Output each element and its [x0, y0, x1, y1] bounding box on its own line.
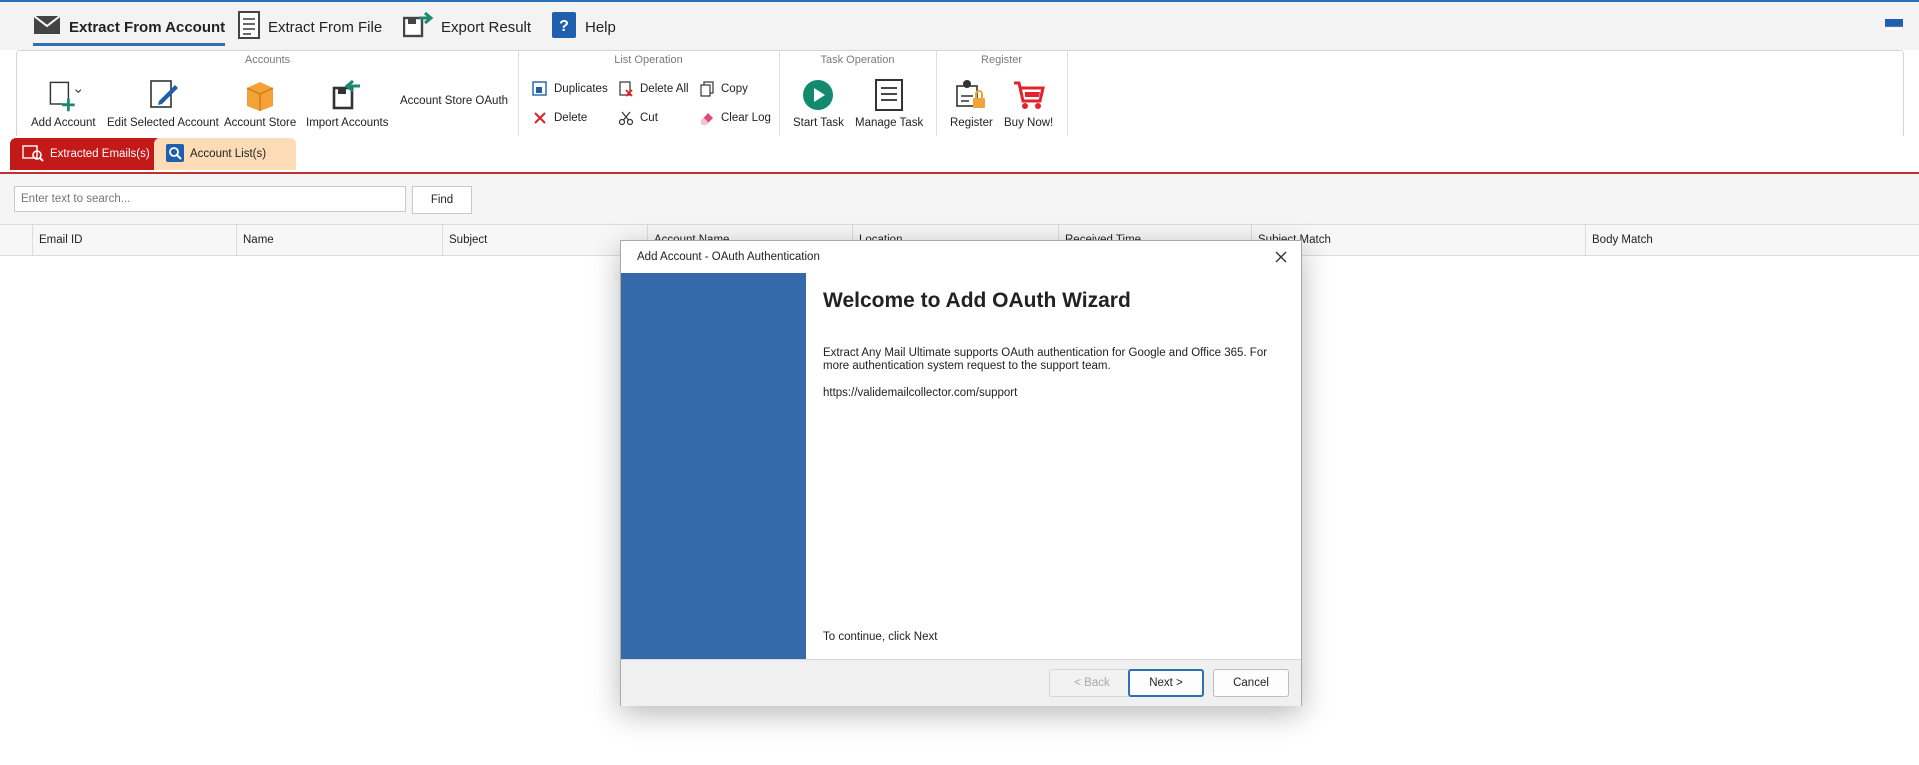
search-account-icon	[166, 143, 184, 165]
button-label: Account Store OAuth	[400, 95, 509, 107]
shopping-cart-icon	[1011, 77, 1047, 113]
wizard-description: Extract Any Mail Ultimate supports OAuth…	[823, 347, 1268, 372]
export-icon	[402, 11, 434, 42]
tab-label: Help	[585, 18, 616, 36]
add-account-icon	[45, 77, 82, 113]
tab-label: Extract From Account	[69, 18, 226, 36]
delete-x-icon	[532, 110, 548, 126]
find-button[interactable]: Find	[412, 186, 472, 214]
tab-label: Extracted Emails(s)	[50, 148, 150, 160]
group-title: Task Operation	[820, 54, 895, 66]
button-label: Register	[950, 117, 993, 129]
cancel-button[interactable]: Cancel	[1213, 669, 1289, 697]
help-icon: ?	[551, 11, 577, 43]
copy-icon	[699, 81, 715, 97]
checklist-icon	[871, 77, 907, 113]
svg-text:?: ?	[559, 18, 569, 35]
button-label: Account Store	[224, 117, 297, 129]
ribbon-group-task-operation: Task Operation Start Task Manage Task	[779, 51, 937, 137]
language-flag-icon[interactable]	[1884, 18, 1904, 32]
back-button[interactable]: < Back	[1049, 669, 1135, 697]
delete-button[interactable]: Delete	[532, 110, 587, 126]
next-button[interactable]: Next >	[1128, 669, 1204, 697]
button-label: Import Accounts	[306, 117, 389, 129]
main-tab-bar: Extract From Account Extract From File E…	[0, 2, 1919, 50]
register-button[interactable]: Register	[950, 77, 993, 129]
register-lock-icon	[953, 77, 989, 113]
dialog-footer: < Back Next > Cancel	[621, 659, 1301, 706]
group-title: Accounts	[244, 54, 291, 66]
column-body-match[interactable]: Body Match	[1585, 225, 1919, 255]
button-label: Cut	[640, 112, 658, 124]
package-box-icon	[242, 77, 278, 113]
tab-extract-from-file[interactable]: Extract From File	[238, 10, 382, 44]
tab-label: Account List(s)	[190, 148, 267, 160]
extracted-emails-icon	[22, 144, 44, 165]
support-url: https://validemailcollector.com/support	[823, 387, 1018, 399]
button-label: Delete	[554, 112, 588, 124]
edit-account-icon	[145, 77, 181, 113]
group-title: List Operation	[614, 54, 683, 66]
manage-task-button[interactable]: Manage Task	[855, 77, 923, 129]
tab-export-result[interactable]: Export Result	[402, 10, 532, 44]
continue-instruction: To continue, click Next	[823, 631, 938, 643]
tab-account-list[interactable]: Account List(s)	[154, 138, 296, 170]
wizard-content: Welcome to Add OAuth Wizard Extract Any …	[806, 273, 1301, 659]
button-label: Delete All	[640, 83, 689, 95]
button-label: Edit Selected Account	[107, 117, 219, 129]
scissors-icon	[618, 110, 634, 126]
result-tab-bar: Extracted Emails(s) Account List(s)	[0, 136, 1919, 174]
envelope-icon	[33, 15, 61, 39]
button-label: Duplicates	[554, 83, 608, 95]
button-label: Clear Log	[721, 112, 771, 124]
tab-label: Extract From File	[268, 18, 383, 36]
edit-selected-account-button[interactable]: Edit Selected Account	[107, 77, 219, 129]
account-store-button[interactable]: Account Store	[224, 77, 296, 129]
wizard-heading: Welcome to Add OAuth Wizard	[823, 289, 1131, 312]
button-label: Add Account	[31, 117, 96, 129]
import-icon	[329, 77, 365, 113]
delete-all-button[interactable]: Delete All	[618, 81, 689, 97]
column-subject[interactable]: Subject	[442, 225, 647, 255]
play-icon	[800, 77, 836, 113]
wizard-side-banner	[621, 273, 806, 659]
account-store-oauth-button[interactable]: Account Store OAuth	[400, 95, 508, 107]
tab-extract-from-account[interactable]: Extract From Account	[33, 10, 226, 46]
button-label: Copy	[721, 83, 748, 95]
ribbon-group-list-operation: List Operation Duplicates Delete All Cop…	[518, 51, 780, 137]
eraser-icon	[699, 110, 715, 126]
dialog-title: Add Account - OAuth Authentication	[621, 241, 1301, 273]
duplicates-icon	[532, 81, 548, 97]
duplicates-button[interactable]: Duplicates	[532, 81, 608, 97]
document-icon	[238, 11, 260, 43]
group-title: Register	[981, 54, 1022, 66]
button-label: Start Task	[793, 117, 844, 129]
ribbon-group-accounts: Accounts Add Account Edit Selected Accou…	[17, 51, 519, 137]
tab-label: Export Result	[441, 18, 532, 36]
ribbon-group-register: Register Register Buy Now!	[936, 51, 1068, 137]
ribbon: Accounts Add Account Edit Selected Accou…	[16, 50, 1904, 138]
column-email-id[interactable]: Email ID	[32, 225, 236, 255]
button-label: Manage Task	[855, 117, 924, 129]
tab-extracted-emails[interactable]: Extracted Emails(s)	[10, 138, 162, 170]
import-accounts-button[interactable]: Import Accounts	[306, 77, 388, 129]
delete-all-icon	[618, 81, 634, 97]
copy-button[interactable]: Copy	[699, 81, 748, 97]
clear-log-button[interactable]: Clear Log	[699, 110, 771, 126]
search-input[interactable]	[14, 186, 406, 212]
start-task-button[interactable]: Start Task	[793, 77, 844, 129]
buy-now-button[interactable]: Buy Now!	[1004, 77, 1053, 129]
column-name[interactable]: Name	[236, 225, 442, 255]
add-account-button[interactable]: Add Account	[31, 77, 96, 129]
cut-button[interactable]: Cut	[618, 110, 658, 126]
close-icon[interactable]	[1273, 249, 1289, 265]
oauth-wizard-dialog: Add Account - OAuth Authentication Welco…	[620, 240, 1302, 706]
button-label: Buy Now!	[1004, 117, 1054, 129]
tab-help[interactable]: ? Help	[551, 10, 616, 44]
